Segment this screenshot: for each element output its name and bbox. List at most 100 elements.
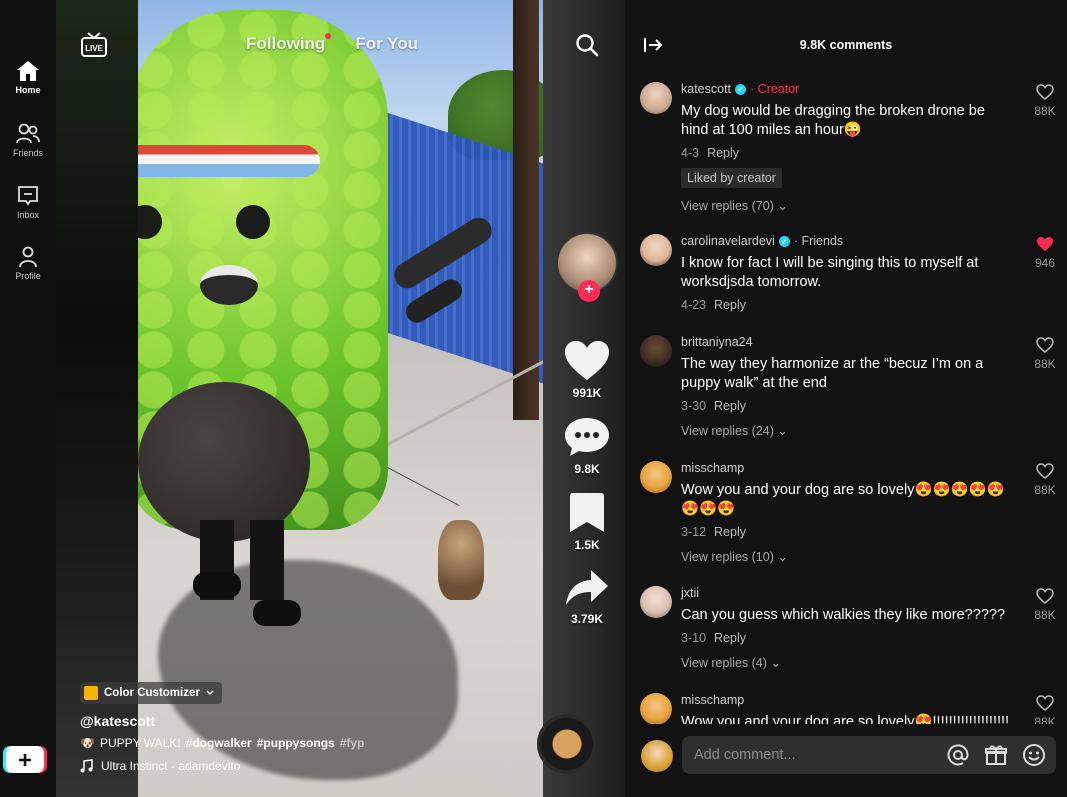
action-bar: + 991K 9.8K 1.5K 3.79K (534, 232, 625, 626)
chevron-down-icon (206, 690, 214, 695)
inbox-icon (18, 186, 38, 206)
comment-like-count: 88K (1034, 608, 1056, 622)
emoji-icon (1023, 744, 1045, 766)
search-button[interactable] (575, 33, 599, 62)
view-replies-button[interactable]: View replies (24) ⌄ (681, 423, 1051, 438)
avatar[interactable] (640, 693, 672, 724)
chevron-down-icon: ⌄ (777, 424, 788, 438)
video-player[interactable]: LIVE Following For You + 991K 9.8K 1.5K … (56, 0, 625, 797)
save-button[interactable]: 1.5K (569, 492, 605, 552)
mention-button[interactable] (946, 743, 970, 772)
nav-inbox[interactable]: Inbox (0, 185, 56, 220)
share-count: 3.79K (570, 612, 604, 626)
comment-input[interactable] (694, 736, 934, 774)
avatar[interactable] (640, 335, 672, 367)
hashtag[interactable]: #puppysongs (257, 736, 335, 750)
feed-tabs: Following For You (246, 33, 418, 54)
like-count: 991K (572, 386, 602, 400)
effect-chip[interactable]: Color Customizer (80, 682, 222, 704)
view-replies-button[interactable]: View replies (70) ⌄ (681, 198, 1051, 213)
verified-badge-icon: ✓ (778, 235, 790, 247)
sound-link[interactable]: Ultra Instinct - adamdevito (80, 759, 520, 773)
reply-button[interactable]: Reply (714, 399, 746, 413)
music-disc[interactable] (537, 714, 597, 774)
nav-friends[interactable]: Friends (0, 123, 56, 158)
video-caption: Color Customizer @katescott 🐶 PUPPY WALK… (80, 682, 520, 773)
comment-username[interactable]: carolinavelardevi (681, 234, 775, 248)
comment-date: 4-3 (681, 146, 700, 160)
heart-icon (565, 341, 609, 380)
avatar[interactable] (640, 234, 672, 266)
comment-button[interactable]: 9.8K (564, 416, 610, 476)
comment-count: 9.8K (574, 462, 600, 476)
comment-item: jxtii Can you guess which walkies they l… (625, 582, 1067, 689)
heart-outline-icon (1036, 84, 1054, 100)
comments-panel: 9.8K comments katescott ✓ · Creator My dog… (625, 0, 1067, 797)
view-replies-button[interactable]: View replies (10) ⌄ (681, 549, 1051, 564)
tab-for-you[interactable]: For You (355, 34, 418, 54)
save-count: 1.5K (574, 538, 600, 552)
nose (200, 265, 258, 305)
comments-list[interactable]: katescott ✓ · Creator My dog would be drag… (625, 78, 1067, 724)
create-button[interactable] (6, 746, 44, 773)
like-button[interactable]: 991K (564, 340, 610, 400)
notification-dot (325, 33, 332, 39)
video-description: 🐶 PUPPY WALK! #dogwalker #puppysongs #fy… (80, 736, 520, 750)
hashtag[interactable]: #dogwalker (186, 736, 252, 750)
comment-date: 3-30 (681, 399, 707, 413)
live-icon: LIVE (81, 32, 107, 57)
view-replies-button[interactable]: View replies (4) ⌄ (681, 655, 1051, 670)
comment-like-button[interactable]: 88K (1033, 695, 1057, 724)
follow-button[interactable]: + (578, 280, 600, 302)
comment-like-button[interactable]: 88K (1033, 588, 1057, 622)
chevron-down-icon: ⌄ (770, 656, 781, 670)
tab-following[interactable]: Following (246, 33, 332, 54)
comment-username[interactable]: misschamp (681, 461, 744, 475)
share-button[interactable]: 3.79K (565, 568, 609, 626)
chevron-down-icon: ⌄ (777, 550, 788, 564)
effect-label: Color Customizer (104, 687, 200, 699)
comment-username[interactable]: jxtii (681, 586, 699, 600)
comment-text: Can you guess which walkies they like mo… (681, 607, 1006, 623)
comment-username[interactable]: katescott (681, 82, 731, 96)
comment-like-button[interactable]: 946 (1033, 236, 1057, 270)
profile-icon (19, 246, 37, 268)
gift-icon (985, 745, 1007, 765)
reply-button[interactable]: Reply (714, 631, 746, 645)
creator-avatar[interactable]: + (556, 232, 618, 302)
svg-text:LIVE: LIVE (85, 44, 103, 53)
comment-text: My dog would be dragging the broken dron… (681, 103, 985, 138)
nav-profile[interactable]: Profile (0, 246, 56, 281)
hashtag[interactable]: #fyp (340, 736, 365, 750)
comment-like-count: 946 (1034, 256, 1056, 270)
comment-username[interactable]: brittaniyna24 (681, 335, 753, 349)
description-text: PUPPY WALK! (99, 736, 181, 750)
live-button[interactable]: LIVE (80, 32, 108, 63)
comment-composer (625, 724, 1067, 797)
balloon-costume (138, 10, 388, 542)
reply-button[interactable]: Reply (714, 298, 746, 312)
avatar[interactable] (640, 82, 672, 114)
mouth (138, 382, 310, 542)
author-username[interactable]: @katescott (80, 713, 520, 729)
reply-button[interactable]: Reply (707, 146, 739, 160)
music-note-icon (80, 759, 93, 773)
comment-like-button[interactable]: 88K (1033, 463, 1057, 497)
comment-like-button[interactable]: 88K (1033, 84, 1057, 118)
avatar[interactable] (640, 461, 672, 493)
comment-text: Wow you and your dog are so lovely😍!!!!!… (681, 714, 1010, 724)
reply-button[interactable]: Reply (714, 525, 746, 539)
shoe-left (193, 572, 241, 598)
comment-like-count: 88K (1034, 357, 1056, 371)
comment-item: misschamp Wow you and your dog are so lo… (625, 689, 1067, 724)
gift-button[interactable] (984, 743, 1008, 772)
eye-right (236, 205, 270, 239)
comment-username[interactable]: misschamp (681, 693, 744, 707)
description-emoji: 🐶 (80, 736, 95, 750)
avatar[interactable] (640, 586, 672, 618)
home-icon (17, 61, 39, 81)
nav-home[interactable]: Home (0, 60, 56, 95)
comment-like-button[interactable]: 88K (1033, 337, 1057, 371)
emoji-button[interactable] (1022, 743, 1046, 772)
comment-like-count: 88K (1034, 104, 1056, 118)
